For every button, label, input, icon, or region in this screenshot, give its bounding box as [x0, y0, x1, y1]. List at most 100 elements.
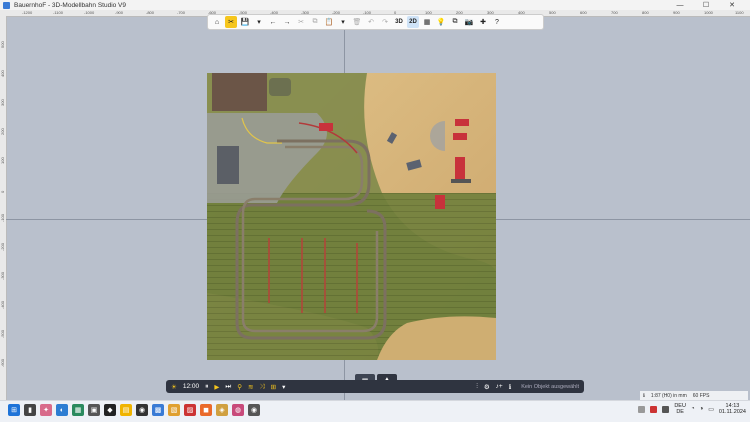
- taskbar-app-icon[interactable]: ◈: [216, 404, 228, 416]
- skip-button[interactable]: ⏭: [225, 383, 231, 391]
- tray-app-icon[interactable]: [650, 405, 658, 413]
- fps-label: 60 FPS: [692, 392, 710, 399]
- info-bar-icon: ℹ: [643, 392, 645, 399]
- ruler-left-tick: 200: [0, 128, 5, 135]
- taskbar-app-icon[interactable]: ▩: [152, 404, 164, 416]
- combine-harvester[interactable]: [455, 157, 465, 179]
- undo-button[interactable]: ↶: [365, 16, 377, 28]
- tray-icon[interactable]: [638, 405, 646, 413]
- wifi-icon[interactable]: ◔: [691, 406, 695, 412]
- ruler-left-tick: -300: [0, 271, 5, 280]
- view-2d-button[interactable]: 2D: [407, 16, 419, 28]
- redo-button[interactable]: ↷: [379, 16, 391, 28]
- settings-icon[interactable]: ⚙: [484, 383, 490, 391]
- ruler-left-tick: 0: [0, 190, 5, 193]
- ruler-top-tick: 900: [673, 10, 680, 15]
- tools-button[interactable]: ✂: [225, 16, 237, 28]
- taskbar-app-icon[interactable]: ✦: [40, 404, 52, 416]
- layers-icon[interactable]: ≋: [248, 383, 253, 391]
- taskbar-app-icon[interactable]: ▤: [120, 404, 132, 416]
- tractor-1[interactable]: [319, 123, 333, 131]
- shed-roof: [217, 146, 239, 184]
- play-button[interactable]: ▶: [214, 383, 219, 391]
- ruler-top-tick: 700: [611, 10, 618, 15]
- taskbar-app-icon[interactable]: ◍: [232, 404, 244, 416]
- language-indicator[interactable]: DEU DE: [674, 403, 686, 415]
- volume-icon[interactable]: ◑: [700, 406, 704, 412]
- taskbar-app-icon[interactable]: ▣: [88, 404, 100, 416]
- layout-scene[interactable]: [207, 73, 496, 360]
- trees: [269, 78, 291, 96]
- taskbar-app-icon[interactable]: ▨: [184, 404, 196, 416]
- app-icon: [3, 1, 10, 9]
- ruler-left-tick: 100: [0, 157, 5, 164]
- taskbar-app-icon[interactable]: ▧: [168, 404, 180, 416]
- minimize-button[interactable]: —: [668, 0, 692, 10]
- help-icon[interactable]: ?: [491, 16, 503, 28]
- taskbar: ⊞ ▮ ✦ ◐ ▦ ▣ ◆ ▤ ◉ ▩ ▧ ▨ ◼ ◈ ◍ ◉ DEU DE ◔ ◑ ▭ 14:13 01.1…: [0, 400, 750, 422]
- taskbar-app-icon[interactable]: ▮: [24, 404, 36, 416]
- ruler-top-tick: -1200: [22, 10, 33, 15]
- taskbar-app-icon[interactable]: ◐: [56, 404, 68, 416]
- taskbar-app-icon[interactable]: ◆: [104, 404, 116, 416]
- delete-button[interactable]: 🗑: [351, 16, 363, 28]
- close-button[interactable]: ✕: [720, 0, 744, 10]
- tray-icon-2[interactable]: [662, 405, 670, 413]
- back-arrow-icon[interactable]: ←: [267, 16, 279, 28]
- save-menu-chevron-icon[interactable]: ▾: [253, 16, 265, 28]
- tracks-icon[interactable]: ⊞: [271, 383, 276, 391]
- clock-date: 01.11.2024: [718, 409, 746, 415]
- copy-button[interactable]: ⧉: [309, 16, 321, 28]
- ruler-top-tick: -1100: [53, 10, 63, 15]
- tractor-2[interactable]: [455, 119, 469, 126]
- ruler-left-tick: -100: [0, 213, 5, 222]
- plugins-icon[interactable]: ✚: [477, 16, 489, 28]
- ruler-left-tick: -600: [0, 358, 5, 367]
- home-button[interactable]: ⌂: [211, 16, 223, 28]
- taskbar-apps: ⊞ ▮ ✦ ◐ ▦ ▣ ◆ ▤ ◉ ▩ ▧ ▨ ◼ ◈ ◍ ◉: [8, 404, 260, 416]
- ruler-top-tick: 1100: [735, 10, 744, 15]
- ruler-left-tick: 400: [0, 70, 5, 77]
- taskbar-app-icon[interactable]: ▦: [72, 404, 84, 416]
- paste-menu-chevron-icon[interactable]: ▾: [337, 16, 349, 28]
- sun-icon[interactable]: ☀: [171, 383, 177, 391]
- taskbar-app-icon[interactable]: ◉: [136, 404, 148, 416]
- tractor-3[interactable]: [453, 133, 467, 140]
- combine-header: [451, 179, 471, 183]
- ruler-left-tick: 500: [0, 41, 5, 48]
- maximize-button[interactable]: ☐: [694, 0, 718, 10]
- grid-icon[interactable]: ▦: [421, 16, 433, 28]
- taskbar-app-icon[interactable]: ◉: [248, 404, 260, 416]
- window-title: BauernhoF - 3D-Modellbahn Studio V9: [14, 1, 127, 9]
- info-bar: ℹ 1:87 (H0) in mm 60 FPS: [640, 391, 748, 400]
- taskbar-app-icon[interactable]: ◼: [200, 404, 212, 416]
- title-bar: BauernhoF - 3D-Modellbahn Studio V9 — ☐ …: [0, 0, 750, 10]
- info-icon[interactable]: ℹ: [509, 383, 511, 391]
- shuffle-icon[interactable]: ⤨: [259, 383, 264, 391]
- tractor-4[interactable]: [435, 195, 445, 209]
- pause-button[interactable]: ⏸: [205, 383, 208, 391]
- paste-button[interactable]: 📋: [323, 16, 335, 28]
- time-display: 12:00: [182, 383, 200, 390]
- taskbar-app-icon[interactable]: ⊞: [8, 404, 20, 416]
- ruler-left-tick: -200: [0, 242, 5, 251]
- tracks-chevron-icon[interactable]: ▾: [282, 383, 285, 391]
- keyboard-code: DE: [676, 409, 684, 415]
- barn-roof: [212, 73, 267, 111]
- battery-icon[interactable]: ▭: [708, 406, 714, 413]
- sliders-icon[interactable]: ⫶: [476, 383, 478, 391]
- view-3d-button[interactable]: 3D: [393, 16, 405, 28]
- light-icon[interactable]: 💡: [435, 16, 447, 28]
- clock[interactable]: 14:13 01.11.2024: [719, 403, 746, 415]
- add-track-icon[interactable]: ♪+: [496, 383, 503, 390]
- forward-arrow-icon[interactable]: →: [281, 16, 293, 28]
- windows-icon[interactable]: ⧉: [449, 16, 461, 28]
- camera-icon[interactable]: 📷: [463, 16, 475, 28]
- control-bar: ☀ 12:00 ⏸ ▶ ⏭ ⚲ ≋ ⤨ ⊞ ▾ ⫶ ⚙ ♪+ ℹ Kein Ob…: [166, 380, 584, 393]
- ruler-left: 500 400 300 200 100 0 -100 -200 -300 -400 -500 -600: [0, 16, 7, 400]
- save-button[interactable]: 💾: [239, 16, 251, 28]
- ruler-top-tick: -1000: [84, 10, 95, 15]
- search-icon[interactable]: ⚲: [237, 383, 242, 391]
- scene-canvas[interactable]: [207, 73, 496, 360]
- cut-button[interactable]: ✂: [295, 16, 307, 28]
